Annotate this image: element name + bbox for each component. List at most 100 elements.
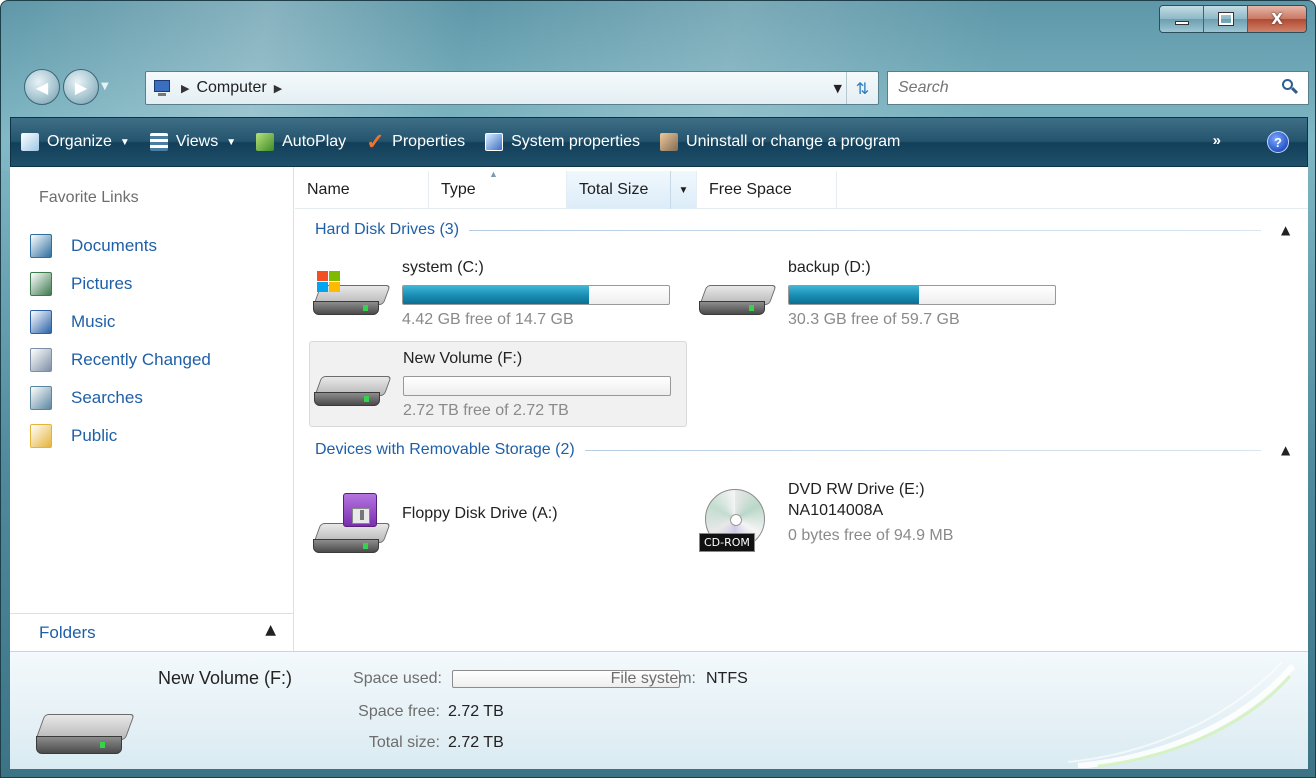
folders-bar[interactable]: Folders ▲	[10, 613, 294, 651]
column-header-name[interactable]: Name	[295, 171, 429, 209]
hard-drive-icon	[314, 362, 394, 422]
properties-button[interactable]: ✓ Properties	[356, 118, 475, 166]
recent-pages-dropdown[interactable]: ▼	[101, 81, 109, 92]
chevron-up-icon[interactable]: ▲	[1281, 443, 1293, 457]
address-history-dropdown[interactable]: ▼	[834, 82, 842, 95]
chevron-up-icon[interactable]: ▲	[1281, 223, 1293, 237]
views-icon	[149, 133, 168, 151]
autoplay-label: AutoPlay	[282, 133, 347, 150]
drive-tile-system[interactable]: system (C:) 4.42 GB free of 14.7 GB	[309, 251, 687, 337]
column-name-label: Name	[307, 181, 350, 198]
favorite-link-label: Recently Changed	[71, 350, 211, 369]
hard-drive-icon	[699, 271, 779, 331]
sort-ascending-icon: ▲	[489, 169, 498, 179]
device-tile-dvd[interactable]: CD-ROM DVD RW Drive (E:) NA1014008A 0 by…	[695, 473, 1073, 559]
pictures-icon	[30, 272, 52, 296]
minimize-button[interactable]	[1160, 6, 1204, 32]
drive-free-text: 4.42 GB free of 14.7 GB	[402, 311, 574, 328]
column-header-type[interactable]: ▲ Type	[429, 169, 567, 209]
system-properties-label: System properties	[511, 133, 641, 150]
content-area: Favorite Links Documents Pictures Music Rec…	[10, 167, 1308, 651]
total-size-label: Total size:	[368, 734, 440, 751]
space-free-label: Space free:	[358, 703, 440, 720]
device-name: DVD RW Drive (E:)	[788, 481, 925, 498]
close-button[interactable]: X	[1248, 6, 1306, 32]
autoplay-button[interactable]: AutoPlay	[246, 118, 356, 166]
favorite-link-recently-changed[interactable]: Recently Changed	[30, 341, 211, 379]
autoplay-icon	[256, 133, 275, 151]
group-divider	[469, 229, 1261, 231]
favorite-link-music[interactable]: Music	[30, 303, 211, 341]
maximize-button[interactable]	[1204, 6, 1248, 32]
forward-button[interactable]: ▶	[63, 69, 99, 105]
file-list-pane: Name ▲ Type Total Size ▼ Free Space Hard D…	[295, 167, 1308, 651]
favorite-link-label: Pictures	[71, 274, 133, 293]
organize-icon	[21, 133, 39, 151]
column-header-free-space[interactable]: Free Space	[697, 171, 837, 209]
column-free-space-label: Free Space	[709, 181, 792, 198]
breadcrumb-separator-icon[interactable]: ▶	[274, 82, 282, 95]
command-bar: Organize ▼ Views ▼ AutoPlay ✓ Properties…	[10, 117, 1308, 167]
recently-changed-icon	[30, 348, 52, 372]
hard-drive-icon	[30, 714, 135, 762]
drive-tile-new-volume[interactable]: New Volume (F:) 2.72 TB free of 2.72 TB	[309, 341, 687, 427]
file-system-label: File system:	[610, 670, 696, 687]
drive-free-text: 30.3 GB free of 59.7 GB	[788, 311, 960, 328]
more-commands-icon[interactable]: »	[1213, 132, 1221, 149]
dvd-drive-icon: CD-ROM	[699, 489, 779, 553]
details-pane: New Volume (F:) Space used: File system:…	[10, 651, 1308, 769]
navigation-pane: Favorite Links Documents Pictures Music Rec…	[10, 167, 294, 651]
column-headers: Name ▲ Type Total Size ▼ Free Space	[295, 169, 1308, 209]
uninstall-program-label: Uninstall or change a program	[686, 133, 901, 150]
breadcrumb-computer[interactable]: Computer	[196, 79, 266, 97]
search-input[interactable]	[898, 74, 1268, 102]
chevron-down-icon: ▼	[226, 136, 237, 148]
file-system-value: NTFS	[706, 670, 748, 687]
documents-icon	[30, 234, 52, 258]
drive-name: New Volume (F:)	[403, 350, 523, 367]
help-icon[interactable]: ?	[1267, 131, 1289, 153]
drive-name: system (C:)	[402, 259, 484, 276]
favorite-link-documents[interactable]: Documents	[30, 227, 211, 265]
favorite-link-label: Searches	[71, 388, 143, 407]
address-bar[interactable]: ▶ Computer ▶ ▼ ⇅	[145, 71, 879, 105]
system-drive-icon	[313, 271, 393, 331]
uninstall-program-icon	[660, 133, 679, 151]
drive-free-text: 2.72 TB free of 2.72 TB	[403, 402, 569, 419]
floppy-drive-icon	[313, 493, 393, 553]
refresh-icon: ⇅	[855, 78, 870, 98]
favorite-link-searches[interactable]: Searches	[30, 379, 211, 417]
device-tile-floppy[interactable]: Floppy Disk Drive (A:)	[309, 473, 687, 559]
uninstall-program-button[interactable]: Uninstall or change a program	[650, 118, 910, 166]
group-header-removable[interactable]: Devices with Removable Storage (2) ▲	[315, 437, 1293, 463]
drive-tile-backup[interactable]: backup (D:) 30.3 GB free of 59.7 GB	[695, 251, 1073, 337]
group-header-hard-disks[interactable]: Hard Disk Drives (3) ▲	[315, 217, 1293, 243]
chevron-down-icon: ▼	[119, 136, 130, 148]
column-header-total-size[interactable]: Total Size ▼	[567, 171, 697, 209]
search-icon[interactable]	[1282, 79, 1299, 95]
favorite-links-list: Documents Pictures Music Recently Changed Se…	[30, 227, 211, 455]
search-box[interactable]	[887, 71, 1309, 105]
group-title: Hard Disk Drives (3)	[315, 221, 460, 238]
folders-label: Folders	[39, 622, 96, 642]
total-size-value: 2.72 TB	[448, 734, 504, 751]
properties-label: Properties	[392, 133, 466, 150]
chevron-down-icon[interactable]: ▼	[670, 171, 696, 209]
column-type-label: Type	[441, 181, 476, 198]
favorite-links-title: Favorite Links	[39, 189, 139, 206]
space-free-value: 2.72 TB	[448, 703, 504, 720]
breadcrumb-separator-icon[interactable]: ▶	[181, 82, 189, 95]
chevron-up-icon[interactable]: ▲	[265, 622, 276, 638]
favorite-link-label: Music	[71, 312, 116, 331]
back-button[interactable]: ◀	[24, 69, 60, 105]
refresh-button[interactable]: ⇅	[846, 72, 878, 104]
favorite-link-public[interactable]: Public	[30, 417, 211, 455]
device-free-text: 0 bytes free of 94.9 MB	[788, 527, 954, 544]
drive-usage-bar	[403, 376, 671, 396]
system-properties-button[interactable]: System properties	[475, 118, 650, 166]
favorite-link-pictures[interactable]: Pictures	[30, 265, 211, 303]
organize-button[interactable]: Organize ▼	[11, 118, 140, 166]
device-volume-label: NA1014008A	[788, 502, 884, 519]
organize-label: Organize	[47, 133, 112, 150]
views-button[interactable]: Views ▼	[140, 118, 246, 166]
